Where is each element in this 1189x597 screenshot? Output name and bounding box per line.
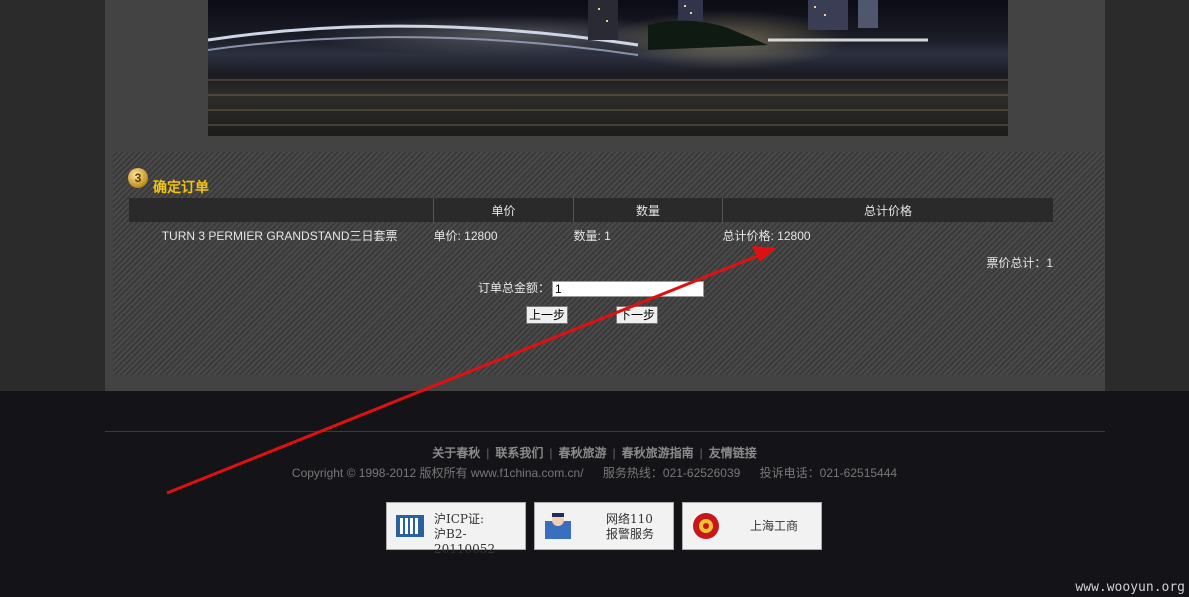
footer-divider	[105, 431, 1105, 432]
footer-link-travel[interactable]: 春秋旅游	[558, 446, 606, 460]
commerce-emblem-icon	[693, 513, 719, 539]
police-badge[interactable]: 网络110 报警服务	[534, 502, 674, 550]
icp-badge[interactable]: 沪ICP证: 沪B2-20110052	[386, 502, 526, 556]
quantity: 数量: 1	[573, 228, 611, 243]
order-amount-input[interactable]	[552, 280, 705, 297]
commerce-line1: 上海工商	[750, 519, 799, 533]
complaint-phone: 投诉电话：021-62515444	[759, 466, 898, 480]
copyright-line: Copyright © 1998-2012 版权所有 www.f1china.c…	[0, 464, 1189, 481]
service-hotline: 服务热线：021-62526039	[602, 466, 741, 480]
header-item	[129, 198, 434, 222]
icp-building-icon	[396, 515, 424, 537]
order-confirm-panel: 3 确定订单 单价 数量 总计价格 TURN 3 PERMIER GRANDST…	[113, 152, 1104, 375]
step-title: 确定订单	[153, 179, 209, 195]
police-line2: 报警服务	[606, 527, 655, 541]
next-step-button[interactable]: 下一步	[616, 306, 659, 324]
footer-links: 关于春秋 | 联系我们 | 春秋旅游 | 春秋旅游指南 | 友情链接	[432, 446, 757, 460]
footer-link-contact[interactable]: 联系我们	[495, 446, 543, 460]
ticket-name: TURN 3 PERMIER GRANDSTAND三日套票	[161, 228, 398, 243]
footer-link-friends[interactable]: 友情链接	[709, 446, 757, 460]
icp-line2: 沪B2-20110052	[434, 527, 496, 556]
header-unit-price: 单价	[433, 198, 574, 222]
footer-link-guide[interactable]: 春秋旅游指南	[622, 446, 694, 460]
order-amount-row: 订单总金额：	[478, 279, 705, 297]
prev-step-button[interactable]: 上一步	[526, 306, 569, 324]
footer-link-about[interactable]: 关于春秋	[432, 446, 480, 460]
table-row: TURN 3 PERMIER GRANDSTAND三日套票 单价: 12800 …	[129, 222, 1053, 248]
order-amount-label: 订单总金额：	[478, 281, 551, 295]
commerce-badge[interactable]: 上海工商	[682, 502, 822, 550]
ticket-total: 票价总计：1	[986, 256, 1053, 270]
icp-line1: 沪ICP证:	[434, 512, 485, 526]
watermark: www.wooyun.org	[1075, 580, 1185, 595]
unit-price: 单价: 12800	[433, 228, 498, 243]
police-line1: 网络110	[606, 512, 653, 526]
table-header-row: 单价 数量 总计价格	[129, 198, 1053, 222]
header-quantity: 数量	[573, 198, 723, 222]
step-number-badge: 3	[128, 168, 148, 188]
order-table: 单价 数量 总计价格 TURN 3 PERMIER GRANDSTAND三日套票…	[129, 198, 1053, 248]
copyright-text: Copyright © 1998-2012 版权所有 www.f1china.c…	[291, 466, 584, 480]
footer: 关于春秋 | 联系我们 | 春秋旅游 | 春秋旅游指南 | 友情链接 Copyright © 1…	[0, 391, 1189, 597]
banner-image	[208, 0, 1008, 136]
header-total-price: 总计价格	[722, 198, 1053, 222]
police-icon	[545, 513, 571, 539]
total-price: 总计价格: 12800	[722, 228, 811, 243]
